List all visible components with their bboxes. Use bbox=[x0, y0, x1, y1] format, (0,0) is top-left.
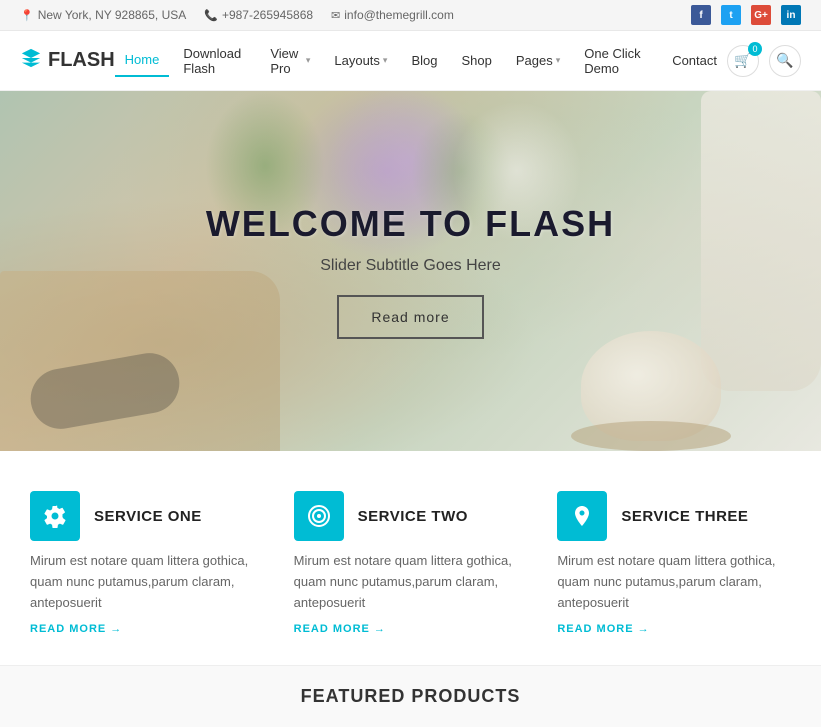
nav-pages-label: Pages bbox=[516, 53, 553, 68]
service-two-title: SERVICE TWO bbox=[358, 508, 468, 525]
service-one-title: SERVICE ONE bbox=[94, 508, 202, 525]
header-right: 🛒 0 🔍 bbox=[727, 45, 801, 77]
nav-home[interactable]: Home bbox=[115, 44, 170, 77]
email-icon: ✉ bbox=[331, 9, 340, 22]
hero-read-more-button[interactable]: Read more bbox=[337, 295, 483, 339]
hero-content: WELCOME TO FLASH Slider Subtitle Goes He… bbox=[206, 203, 615, 339]
nav-layouts-label: Layouts bbox=[334, 53, 380, 68]
arrow-right-icon: → bbox=[110, 623, 122, 635]
top-bar-right: f t G+ in bbox=[691, 5, 801, 25]
nav-home-label: Home bbox=[125, 52, 160, 67]
service-three-read-more[interactable]: READ MORE → bbox=[557, 623, 791, 635]
service-two-icon-box bbox=[294, 491, 344, 541]
pin-icon: 📍 bbox=[20, 9, 34, 22]
services-section: SERVICE ONE Mirum est notare quam litter… bbox=[0, 451, 821, 665]
service-two-read-more[interactable]: READ MORE → bbox=[294, 623, 528, 635]
target-icon bbox=[307, 504, 331, 528]
hero-subtitle: Slider Subtitle Goes Here bbox=[320, 257, 501, 275]
hero-section: WELCOME TO FLASH Slider Subtitle Goes He… bbox=[0, 91, 821, 451]
search-button[interactable]: 🔍 bbox=[769, 45, 801, 77]
logo-icon bbox=[20, 47, 42, 75]
search-icon: 🔍 bbox=[776, 52, 793, 69]
phone-icon: 📞 bbox=[204, 9, 218, 22]
hero-title: WELCOME TO FLASH bbox=[206, 203, 615, 245]
nav-blog-label: Blog bbox=[411, 53, 437, 68]
nav-pages[interactable]: Pages ▾ bbox=[506, 45, 570, 76]
nav-shop[interactable]: Shop bbox=[451, 45, 501, 76]
facebook-icon[interactable]: f bbox=[691, 5, 711, 25]
header: FLASH Home Download Flash View Pro ▾ Lay… bbox=[0, 31, 821, 91]
service-three-header: SERVICE THREE bbox=[557, 491, 791, 541]
service-three: SERVICE THREE Mirum est notare quam litt… bbox=[557, 491, 791, 635]
address: 📍 New York, NY 928865, USA bbox=[20, 8, 186, 22]
featured-section-title: FEATURED PRODUCTS bbox=[0, 665, 821, 727]
service-one-header: SERVICE ONE bbox=[30, 491, 264, 541]
service-one-text: Mirum est notare quam littera gothica, q… bbox=[30, 551, 264, 613]
nav-demo-label: One Click Demo bbox=[584, 46, 648, 76]
nav-contact[interactable]: Contact bbox=[662, 45, 727, 76]
service-one-icon-box bbox=[30, 491, 80, 541]
top-bar: 📍 New York, NY 928865, USA 📞 +987-265945… bbox=[0, 0, 821, 31]
logo-text: FLASH bbox=[48, 49, 115, 72]
chevron-down-icon: ▾ bbox=[383, 55, 388, 66]
service-two-header: SERVICE TWO bbox=[294, 491, 528, 541]
nav-download-flash[interactable]: Download Flash bbox=[173, 38, 256, 84]
service-two-text: Mirum est notare quam littera gothica, q… bbox=[294, 551, 528, 613]
email: ✉ info@themegrill.com bbox=[331, 8, 454, 22]
service-one-read-more[interactable]: READ MORE → bbox=[30, 623, 264, 635]
vase-decoration bbox=[701, 91, 821, 391]
chevron-down-icon: ▾ bbox=[306, 55, 311, 66]
location-pin-icon bbox=[570, 504, 594, 528]
logo[interactable]: FLASH bbox=[20, 47, 115, 75]
top-bar-left: 📍 New York, NY 928865, USA 📞 +987-265945… bbox=[20, 8, 454, 22]
service-three-title: SERVICE THREE bbox=[621, 508, 748, 525]
nav-shop-label: Shop bbox=[461, 53, 491, 68]
service-one: SERVICE ONE Mirum est notare quam litter… bbox=[30, 491, 264, 635]
service-three-icon-box bbox=[557, 491, 607, 541]
service-three-text: Mirum est notare quam littera gothica, q… bbox=[557, 551, 791, 613]
saucer-decoration bbox=[571, 421, 731, 451]
twitter-icon[interactable]: t bbox=[721, 5, 741, 25]
arrow-right-icon: → bbox=[374, 623, 386, 635]
nav-download-label: Download Flash bbox=[183, 46, 246, 76]
nav-contact-label: Contact bbox=[672, 53, 717, 68]
service-two: SERVICE TWO Mirum est notare quam litter… bbox=[294, 491, 528, 635]
gear-icon bbox=[43, 504, 67, 528]
nav-layouts[interactable]: Layouts ▾ bbox=[324, 45, 397, 76]
cart-badge: 0 bbox=[748, 42, 762, 56]
nav: Home Download Flash View Pro ▾ Layouts ▾… bbox=[115, 38, 727, 84]
cart-icon: 🛒 bbox=[734, 52, 751, 69]
phone: 📞 +987-265945868 bbox=[204, 8, 313, 22]
arrow-right-icon: → bbox=[638, 623, 650, 635]
nav-blog[interactable]: Blog bbox=[401, 45, 447, 76]
chevron-down-icon: ▾ bbox=[556, 55, 561, 66]
nav-one-click-demo[interactable]: One Click Demo bbox=[574, 38, 658, 84]
cart-button[interactable]: 🛒 0 bbox=[727, 45, 759, 77]
googleplus-icon[interactable]: G+ bbox=[751, 5, 771, 25]
nav-view-pro[interactable]: View Pro ▾ bbox=[260, 38, 320, 84]
linkedin-icon[interactable]: in bbox=[781, 5, 801, 25]
nav-view-pro-label: View Pro bbox=[270, 46, 303, 76]
